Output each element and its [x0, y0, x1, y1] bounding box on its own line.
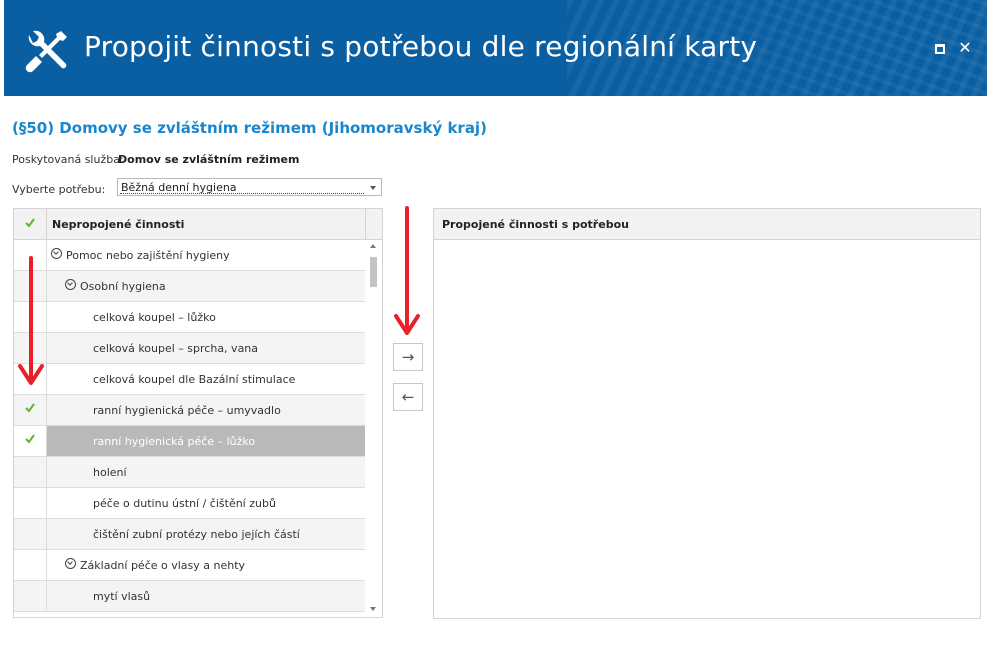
need-label: Vyberte potřebu: [12, 183, 106, 196]
grid-header: Propojené činnosti s potřebou [434, 209, 980, 240]
section-title: (§50) Domovy se zvláštním režimem (Jihom… [12, 119, 487, 137]
focus-underline [120, 192, 364, 194]
row-cell[interactable]: čištění zubní protézy nebo jejích částí [47, 519, 365, 549]
maximize-button[interactable] [933, 42, 947, 56]
table-row[interactable]: mytí vlasů [14, 581, 365, 612]
check-icon [25, 434, 35, 444]
table-row[interactable]: celková koupel – lůžko [14, 302, 365, 333]
row-cell[interactable]: celková koupel dle Bazální stimulace [47, 364, 365, 394]
row-label: ranní hygienická péče – lůžko [93, 435, 256, 448]
row-cell[interactable]: Základní péče o vlasy a nehty [47, 550, 365, 580]
move-right-button[interactable]: → [393, 343, 423, 371]
table-row[interactable]: Osobní hygiena [14, 271, 365, 302]
row-checkbox[interactable] [14, 581, 47, 611]
table-row[interactable]: ranní hygienická péče – umyvadlo [14, 395, 365, 426]
window-header: Propojit činnosti s potřebou dle regioná… [4, 0, 987, 96]
collapse-icon[interactable] [65, 558, 76, 569]
scroll-down-icon[interactable] [370, 607, 376, 611]
scroll-header [365, 209, 382, 239]
scroll-thumb[interactable] [370, 257, 377, 287]
grid-header-label: Nepropojené činnosti [52, 218, 185, 231]
row-checkbox[interactable] [14, 395, 47, 425]
window-title: Propojit činnosti s potřebou dle regioná… [84, 30, 758, 63]
table-row[interactable]: péče o dutinu ústní / čištění zubů [14, 488, 365, 519]
collapse-icon[interactable] [65, 279, 76, 290]
row-checkbox[interactable] [14, 550, 47, 580]
arrow-left-icon: ← [401, 388, 415, 406]
select-all-checkbox[interactable] [14, 209, 47, 239]
chevron-down-icon[interactable] [366, 180, 380, 194]
table-row[interactable]: celková koupel – sprcha, vana [14, 333, 365, 364]
need-select[interactable]: Běžná denní hygiena [117, 178, 382, 196]
service-label: Poskytovaná služba: [12, 153, 124, 166]
scroll-up-icon[interactable] [370, 244, 376, 248]
maximize-icon [935, 44, 945, 54]
row-cell[interactable]: péče o dutinu ústní / čištění zubů [47, 488, 365, 518]
row-label: celková koupel dle Bazální stimulace [93, 373, 296, 386]
row-cell[interactable]: celková koupel – sprcha, vana [47, 333, 365, 363]
grid-header: Nepropojené činnosti [14, 209, 382, 240]
linked-activities-grid: Propojené činnosti s potřebou [433, 208, 981, 619]
tools-icon [25, 30, 67, 73]
vertical-scrollbar[interactable] [366, 240, 382, 617]
service-value: Domov se zvláštním režimem [118, 153, 300, 166]
row-label: celková koupel – sprcha, vana [93, 342, 259, 355]
move-left-button[interactable]: ← [393, 383, 423, 411]
row-label: holení [93, 466, 127, 479]
collapse-icon[interactable] [51, 248, 62, 259]
annotation-arrow-down-left [18, 256, 44, 385]
unlinked-activities-grid: Nepropojené činnosti Pomoc nebo zajištěn… [13, 208, 383, 618]
row-label: Základní péče o vlasy a nehty [80, 559, 246, 572]
row-label: mytí vlasů [93, 590, 151, 603]
row-cell[interactable]: ranní hygienická péče – umyvadlo [47, 395, 365, 425]
row-label: Osobní hygiena [80, 280, 166, 293]
row-cell[interactable]: mytí vlasů [47, 581, 365, 611]
grid-rows: Pomoc nebo zajištění hygieny Osobní hygie… [14, 240, 365, 612]
row-cell[interactable]: celková koupel – lůžko [47, 302, 365, 332]
table-row[interactable]: Pomoc nebo zajištění hygieny [14, 240, 365, 271]
row-cell[interactable]: ranní hygienická péče – lůžko [47, 426, 365, 456]
row-label: čištění zubní protézy nebo jejích částí [93, 528, 300, 541]
row-label: péče o dutinu ústní / čištění zubů [93, 497, 276, 510]
row-label: Pomoc nebo zajištění hygieny [66, 249, 230, 262]
check-icon [25, 403, 35, 413]
row-checkbox[interactable] [14, 519, 47, 549]
table-row[interactable]: celková koupel dle Bazální stimulace [14, 364, 365, 395]
row-checkbox[interactable] [14, 457, 47, 487]
row-label: ranní hygienická péče – umyvadlo [93, 404, 281, 417]
table-row[interactable]: Základní péče o vlasy a nehty [14, 550, 365, 581]
row-checkbox[interactable] [14, 426, 47, 456]
row-checkbox[interactable] [14, 488, 47, 518]
annotation-arrow-down-right [394, 206, 420, 335]
table-row[interactable]: holení [14, 457, 365, 488]
row-cell[interactable]: Osobní hygiena [47, 271, 365, 301]
table-row[interactable]: ranní hygienická péče – lůžko [14, 426, 365, 457]
row-label: celková koupel – lůžko [93, 311, 216, 324]
row-cell[interactable]: holení [47, 457, 365, 487]
grid-header-label: Propojené činnosti s potřebou [442, 218, 629, 231]
table-row[interactable]: čištění zubní protézy nebo jejích částí [14, 519, 365, 550]
arrow-right-icon: → [401, 348, 415, 366]
row-cell[interactable]: Pomoc nebo zajištění hygieny [47, 240, 365, 270]
check-icon [25, 218, 35, 228]
close-button[interactable]: ✕ [957, 40, 973, 56]
